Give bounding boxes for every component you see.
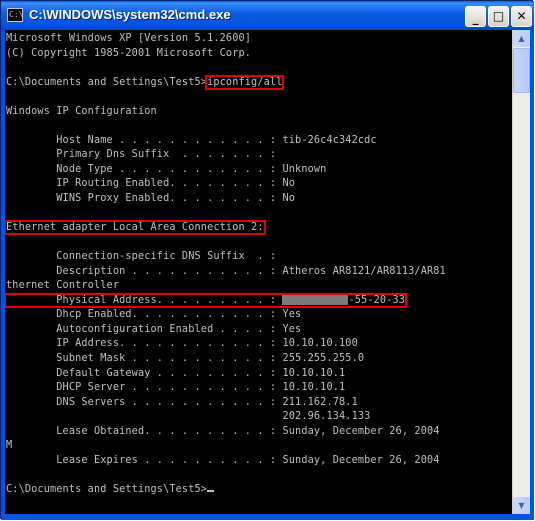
scroll-up-arrow-icon[interactable]: ▲ (513, 30, 530, 47)
scroll-down-arrow-icon[interactable]: ▼ (513, 497, 530, 514)
console-line: (C) Copyright 1985-2001 Microsoft Corp. (6, 47, 252, 59)
redacted-mac-mask (282, 294, 349, 305)
console-line: Autoconfiguration Enabled . . . . : Yes (6, 323, 302, 335)
console-line: 202.96.134.133 (6, 411, 371, 423)
current-prompt: C:\Documents and Settings\Test5> (6, 483, 208, 495)
console-line: Lease Obtained. . . . . . . . . . : Sund… (6, 425, 440, 437)
console-line: Host Name . . . . . . . . . . . . : tib-… (6, 134, 377, 146)
physical-address-label: Physical Address. . . . . . . . . : (6, 294, 283, 306)
console-line: Windows IP Configuration (6, 105, 157, 117)
console-line: WINS Proxy Enabled. . . . . . . . : No (6, 193, 296, 205)
console-line: Description . . . . . . . . . . . : Athe… (6, 265, 446, 277)
physical-address-value: -55-20-33 (348, 294, 406, 306)
window-frame-right[interactable] (530, 30, 534, 518)
console-line: Node Type . . . . . . . . . . . . : Unkn… (6, 163, 327, 175)
physical-address-line: Physical Address. . . . . . . . . : -55-… (5, 292, 512, 309)
console-icon[interactable]: C:\ (7, 8, 23, 22)
console-line: Subnet Mask . . . . . . . . . . . : 255.… (6, 353, 365, 365)
maximize-icon: □ (492, 9, 505, 23)
adapter-header-highlight: Ethernet adapter Local Area Connection 2… (5, 220, 266, 236)
window-frame-bottom[interactable] (1, 514, 534, 520)
minimize-icon: _ (472, 11, 479, 25)
console-line: DHCP Server . . . . . . . . . . . : 10.1… (6, 382, 346, 394)
prompt-text: C:\Documents and Settings\Test5> (6, 76, 208, 88)
adapter-header-line: Ethernet adapter Local Area Connection 2… (5, 220, 512, 236)
console-line: IP Routing Enabled. . . . . . . . : No (6, 178, 296, 190)
minimize-button[interactable]: _ (465, 6, 486, 27)
prompt-line: C:\Documents and Settings\Test5>ipconfig… (6, 74, 512, 91)
typed-command-highlight: ipconfig/all (205, 74, 285, 90)
console-line: Primary Dns Suffix . . . . . . . : (6, 149, 277, 161)
console-line: IP Address. . . . . . . . . . . . : 10.1… (6, 338, 358, 350)
console-line: Connection-specific DNS Suffix . : (6, 251, 277, 263)
scroll-thumb[interactable] (513, 48, 530, 93)
console-output[interactable]: Microsoft Windows XP [Version 5.1.2600] (… (5, 30, 512, 514)
console-line: Dhcp Enabled. . . . . . . . . . . : Yes (6, 309, 302, 321)
cmd-window: C:\ C:\WINDOWS\system32\cmd.exe _ □ ✕ Mi… (0, 0, 534, 520)
console-line: thernet Controller (6, 280, 120, 292)
console-line: Lease Expires . . . . . . . . . . : Sund… (6, 454, 440, 466)
maximize-button[interactable]: □ (488, 6, 509, 27)
console-line: M (6, 440, 13, 452)
window-title: C:\WINDOWS\system32\cmd.exe (29, 7, 231, 22)
close-icon: ✕ (516, 9, 527, 23)
vertical-scrollbar[interactable]: ▲ ▼ (512, 30, 530, 514)
close-button[interactable]: ✕ (511, 6, 532, 27)
console-line: Default Gateway . . . . . . . . . : 10.1… (6, 367, 346, 379)
current-prompt-line: C:\Documents and Settings\Test5> (6, 483, 512, 498)
physical-address-highlight: Physical Address. . . . . . . . . : -55-… (5, 292, 408, 308)
console-line: Microsoft Windows XP [Version 5.1.2600] (6, 33, 252, 44)
console-line: DNS Servers . . . . . . . . . . . : 211.… (6, 396, 358, 408)
text-cursor (207, 489, 215, 492)
title-bar[interactable]: C:\ C:\WINDOWS\system32\cmd.exe _ □ ✕ (1, 1, 534, 30)
